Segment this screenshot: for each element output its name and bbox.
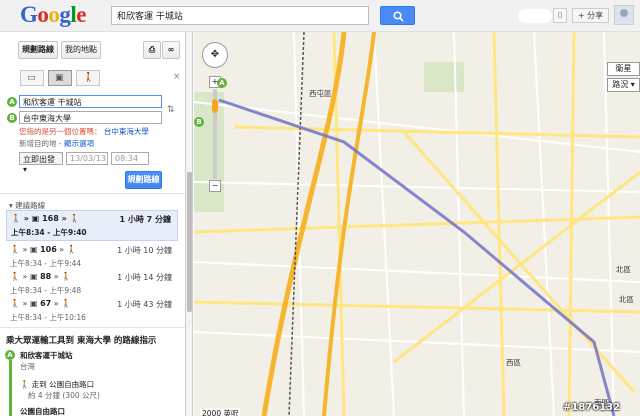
walk-icon: 🚶: [10, 299, 20, 308]
close-icon[interactable]: ×: [173, 72, 181, 82]
directions-title: 乘大眾運輸工具到 東海大學 的路線指示: [6, 336, 157, 346]
zoom-out-button[interactable]: −: [209, 180, 221, 192]
scroll-thumb[interactable]: [187, 172, 192, 312]
show-options-link[interactable]: 顯示選項: [64, 139, 94, 148]
divider: [0, 193, 185, 194]
place-label: 西屯區: [309, 89, 332, 98]
bus-icon: ▣: [29, 272, 38, 281]
search-button[interactable]: [380, 6, 415, 25]
directions-panel: 規劃路線 我的地點 ⎙ ∞ × ▭ ▣ 🚶 A 和欣客運 干城站 ⇅ B 台中東…: [0, 32, 186, 416]
bus-icon: ▣: [29, 245, 38, 254]
account-name[interactable]: [518, 9, 552, 23]
mode-driving[interactable]: ▭: [20, 70, 44, 86]
traffic-button[interactable]: 路況 ▾: [607, 78, 640, 92]
start-marker-icon: A: [5, 350, 15, 360]
route-line: [9, 360, 12, 416]
bus-icon: ▣: [29, 299, 38, 308]
panel-scrollbar[interactable]: [186, 32, 193, 416]
destination-marker-icon[interactable]: B: [194, 117, 204, 127]
notifications-badge[interactable]: 0: [553, 8, 567, 23]
did-you-mean: 您指的是另一個位置嗎： 台中東海大學: [19, 127, 149, 136]
time-field[interactable]: 08:34: [111, 152, 149, 165]
bus-icon: ▣: [31, 214, 40, 223]
place-label: 北區: [616, 265, 631, 274]
place-label: 北區: [619, 295, 634, 304]
step-next: 公園自由路口: [20, 407, 65, 416]
avatar[interactable]: [614, 5, 634, 25]
my-places-tab[interactable]: 我的地點: [61, 41, 101, 59]
walk-icon: 🚶: [10, 245, 20, 254]
mode-transit[interactable]: ▣: [48, 70, 72, 86]
place-label: 西區: [506, 358, 521, 367]
link-icon: ∞: [167, 45, 175, 54]
origin-marker-icon: A: [7, 97, 17, 107]
plan-route-button[interactable]: 規劃路線: [125, 171, 162, 189]
route-option[interactable]: 🚶 » ▣ 168 » 🚶 1 小時 7 分鐘 上午8:34 - 上午9:40: [6, 210, 178, 241]
walk-icon: 🚶: [20, 380, 30, 389]
route-option[interactable]: 🚶 » ▣ 67 » 🚶 1 小時 43 分鐘 上午8:34 - 上午10:16: [6, 296, 178, 327]
map-roads: [194, 32, 640, 416]
walk-icon: 🚶: [83, 73, 95, 83]
search-icon: [393, 11, 404, 22]
step-walk-sub: 約 4 分鐘 (300 公尺): [28, 391, 100, 400]
walk-icon: 🚶: [10, 272, 20, 281]
google-logo[interactable]: Google: [20, 2, 86, 28]
print-button[interactable]: ⎙: [143, 41, 161, 59]
pegman-icon[interactable]: [212, 99, 218, 113]
link-button[interactable]: ∞: [162, 41, 180, 59]
car-icon: ▭: [27, 73, 36, 83]
mode-walking[interactable]: 🚶: [76, 70, 100, 86]
scale-bar: 2000 英呎: [200, 408, 241, 416]
get-directions-tab[interactable]: 規劃路線: [18, 41, 58, 59]
swap-icon[interactable]: ⇅: [167, 105, 175, 115]
pan-control[interactable]: ✥: [202, 42, 228, 68]
add-destination: 新增目的地 - 顯示選項: [19, 139, 94, 148]
print-icon: ⎙: [148, 45, 156, 54]
origin-marker-icon[interactable]: A: [217, 78, 227, 88]
did-you-mean-link[interactable]: 台中東海大學: [104, 127, 149, 136]
destination-marker-icon: B: [7, 113, 17, 123]
watermark: #1876132: [563, 402, 621, 413]
destination-field[interactable]: 台中東海大學: [19, 111, 162, 124]
divider: [0, 327, 185, 328]
share-button[interactable]: + 分享: [572, 8, 609, 23]
step-start: 和欣客運干城站: [20, 351, 73, 360]
date-field[interactable]: 13/03/13: [66, 152, 108, 165]
walk-icon: 🚶: [11, 214, 21, 223]
bus-icon: ▣: [55, 73, 64, 83]
step-start-sub: 台灣: [20, 362, 35, 371]
satellite-button[interactable]: 衛星: [607, 62, 640, 76]
search-input[interactable]: [111, 6, 369, 25]
map-canvas[interactable]: 西屯區 西區 南區 北區 北區 ✥ + − A B 衛星 路況 ▾ 2000 英…: [194, 32, 640, 416]
origin-field[interactable]: 和欣客運 干城站: [19, 95, 162, 108]
top-bar: Google 0 + 分享: [0, 0, 640, 32]
depart-select[interactable]: 立即出發 ▾: [19, 152, 63, 174]
step-walk: 🚶 走到 公園自由路口: [20, 380, 95, 389]
